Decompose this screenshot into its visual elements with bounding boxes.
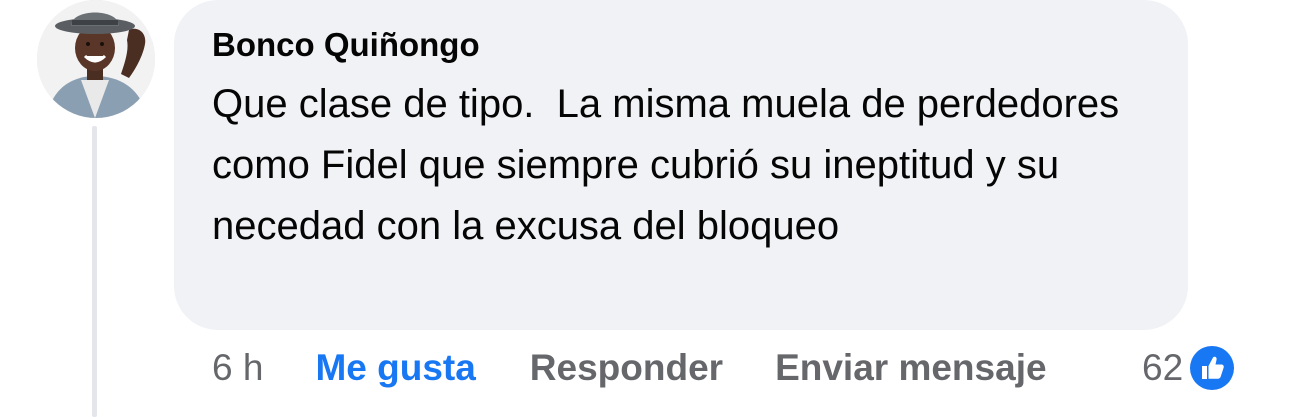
comment-actions: 6 h Me gusta Responder Enviar mensaje <box>212 346 1047 390</box>
comment-bubble: Bonco Quiñongo Que clase de tipo. La mis… <box>174 0 1188 330</box>
reactions-summary[interactable]: 62 <box>1142 344 1235 392</box>
avatar[interactable] <box>37 0 155 118</box>
user-avatar-photo <box>37 0 155 118</box>
comment-text: Que clase de tipo. La misma muela de per… <box>212 82 1131 248</box>
thread-line <box>92 126 97 417</box>
comment-author-name[interactable]: Bonco Quiñongo <box>212 24 1150 66</box>
reply-button[interactable]: Responder <box>530 346 723 390</box>
comment-timestamp[interactable]: 6 h <box>212 346 263 390</box>
like-thumb-icon <box>1189 345 1235 391</box>
send-message-button[interactable]: Enviar mensaje <box>775 346 1046 390</box>
like-button[interactable]: Me gusta <box>315 346 475 390</box>
reaction-count: 62 <box>1142 347 1184 388</box>
